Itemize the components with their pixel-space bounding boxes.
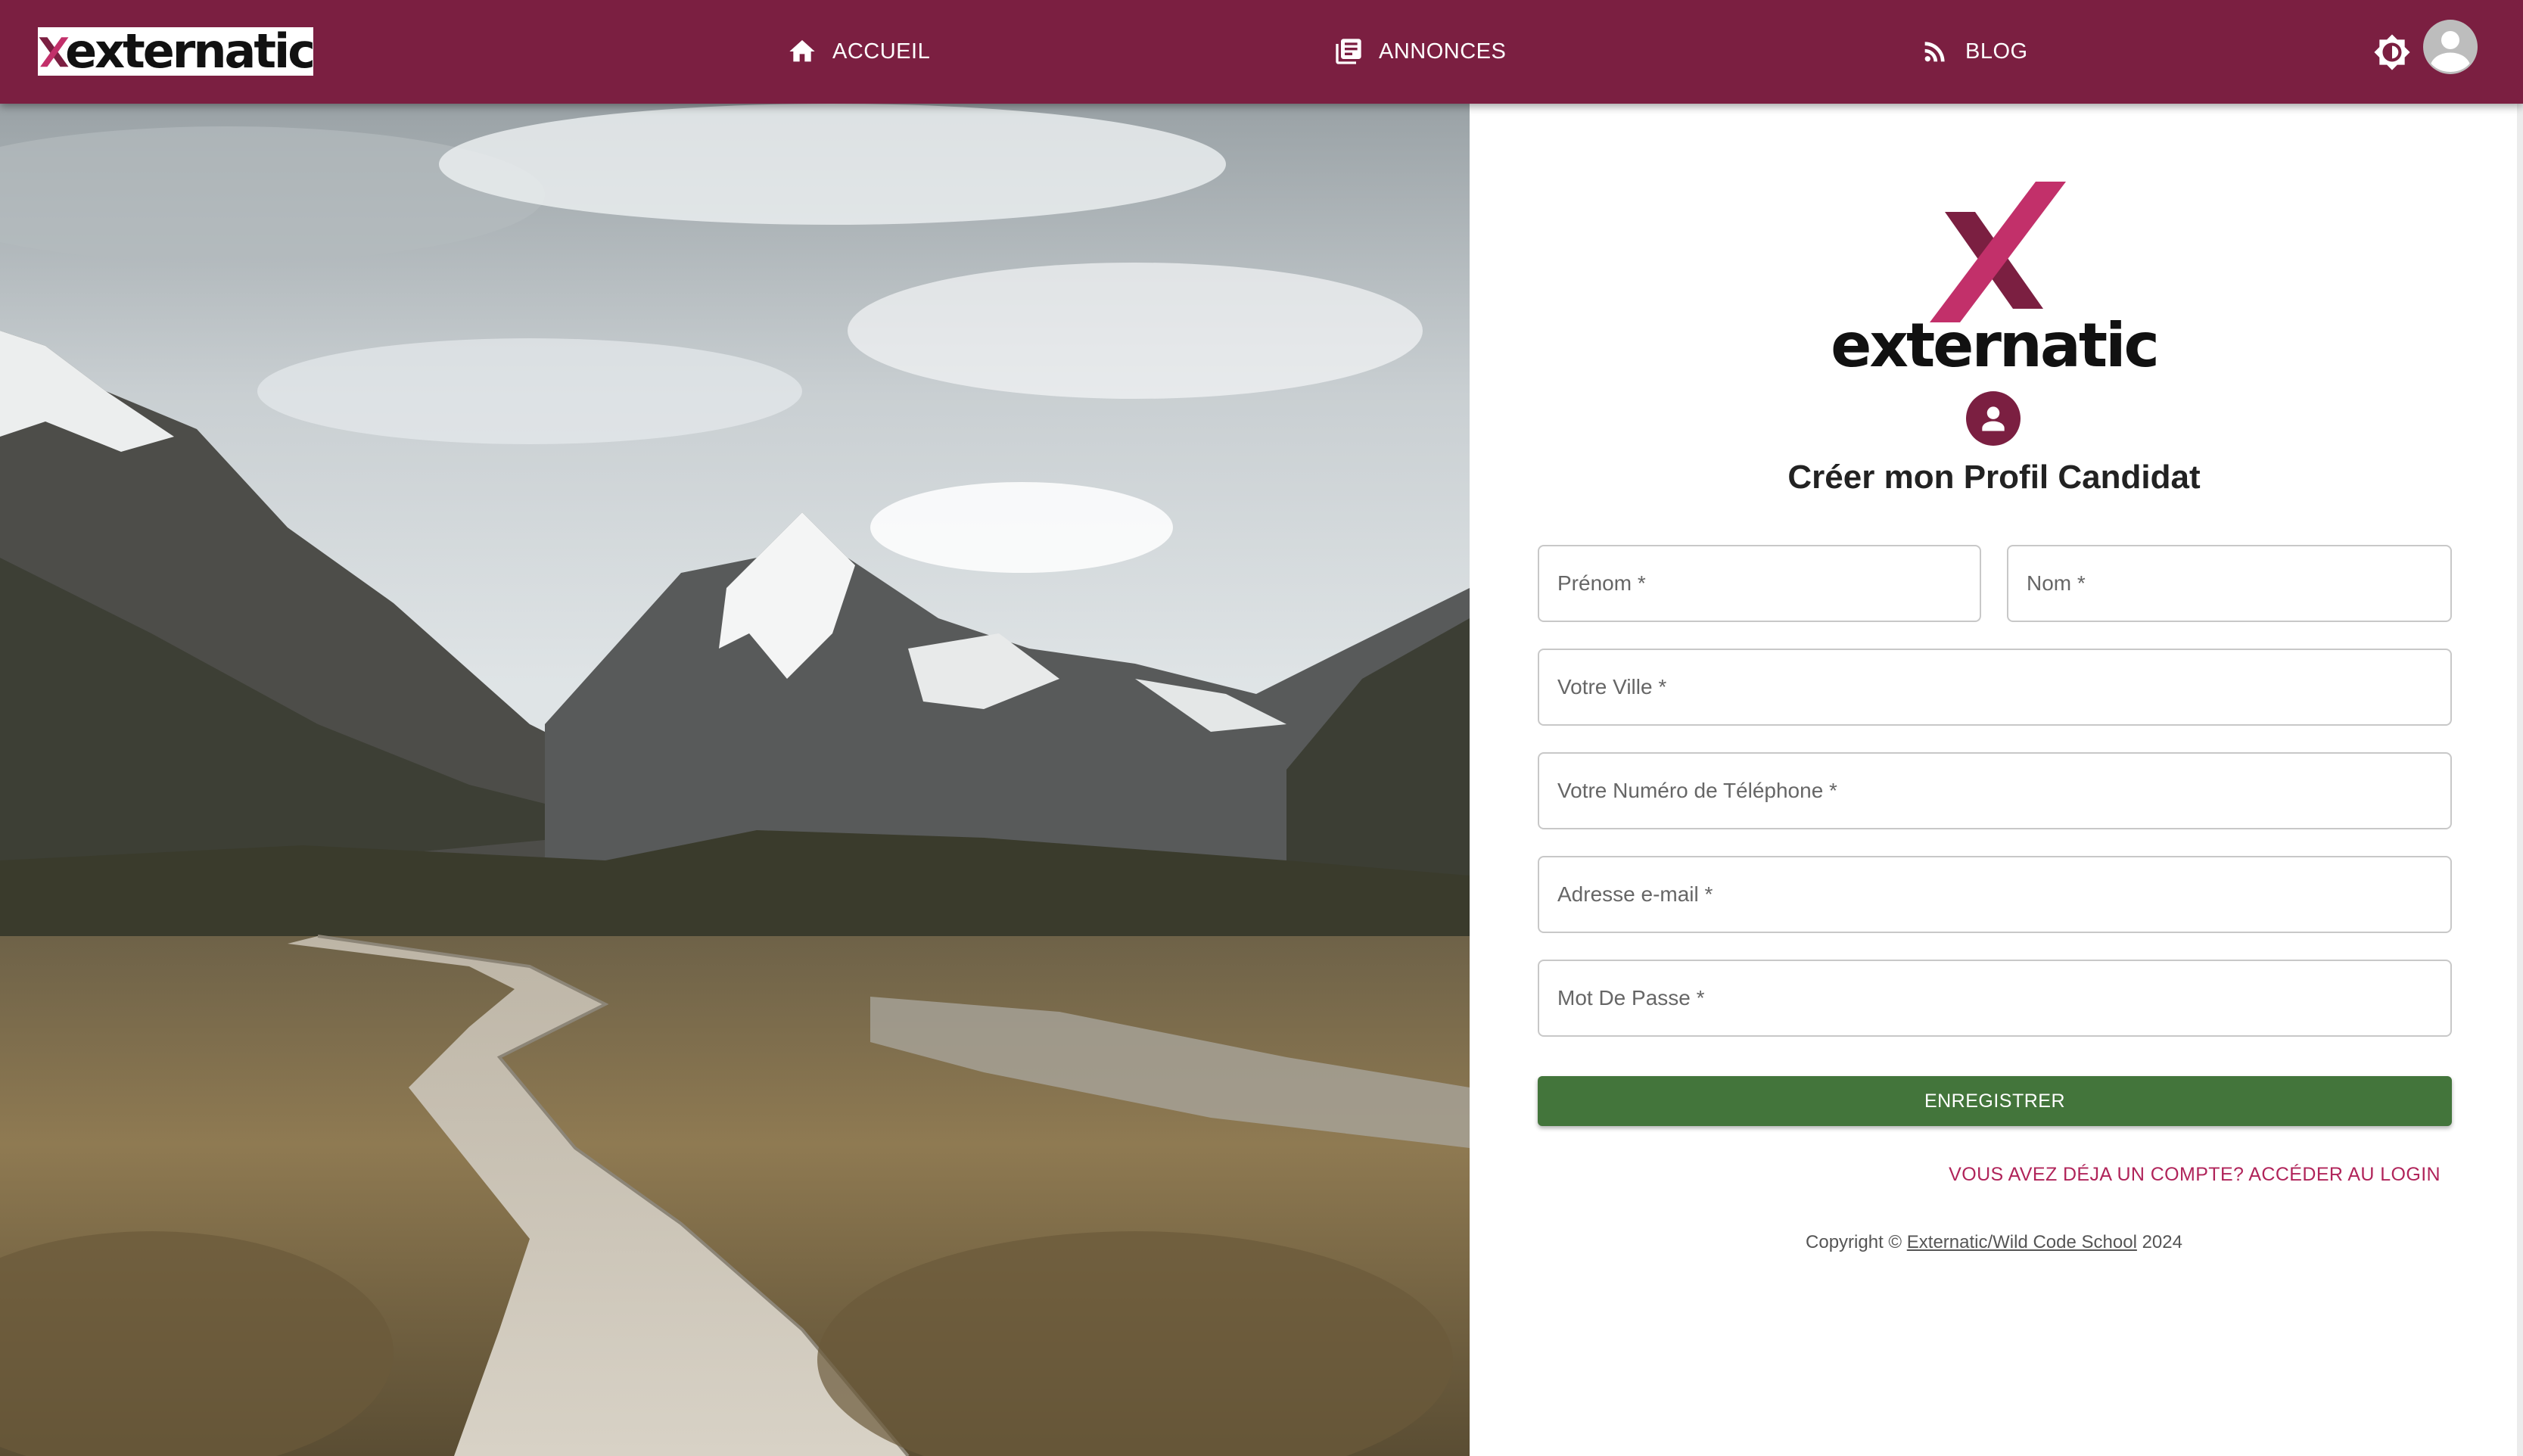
nav-annonces-label: ANNONCES — [1379, 39, 1507, 64]
first-name-field[interactable] — [1538, 545, 1981, 622]
top-app-bar: externatic ACCUEIL ANNONCES BLOG — [0, 0, 2523, 104]
brand-name: externatic — [65, 23, 316, 79]
nav-accueil-label: ACCUEIL — [832, 39, 931, 64]
nav-accueil[interactable]: ACCUEIL — [787, 29, 930, 74]
library-books-icon — [1336, 39, 1361, 64]
login-link[interactable]: VOUS AVEZ DÉJA UN COMPTE? ACCÉDER AU LOG… — [1892, 1164, 2441, 1186]
phone-input[interactable] — [1539, 754, 2450, 828]
last-name-field[interactable] — [2007, 545, 2452, 622]
city-field[interactable] — [1538, 649, 2452, 726]
register-button[interactable]: ENREGISTRER — [1538, 1076, 2452, 1126]
email-field[interactable] — [1538, 856, 2452, 933]
profile-avatar-icon — [1966, 391, 2021, 446]
copyright-footer: Copyright © Externatic/Wild Code School … — [1665, 1232, 2323, 1253]
panel-scrollbar-track — [2517, 104, 2523, 1456]
first-name-input[interactable] — [1539, 546, 1980, 621]
copyright-prefix: Copyright © — [1806, 1232, 1902, 1252]
home-icon — [789, 40, 815, 62]
externatic-x-logo-icon — [1930, 182, 2066, 322]
phone-field[interactable] — [1538, 752, 2452, 829]
form-title: Créer mon Profil Candidat — [1787, 459, 2201, 496]
city-input[interactable] — [1539, 650, 2450, 724]
theme-toggle-button[interactable] — [2373, 33, 2411, 71]
nav-annonces[interactable]: ANNONCES — [1333, 29, 1506, 74]
password-input[interactable] — [1539, 961, 2450, 1035]
mountain-landscape-image — [0, 104, 1470, 1456]
rss-feed-icon — [1924, 42, 1945, 62]
account-circle-icon — [2431, 31, 2470, 72]
nav-blog[interactable]: BLOG — [1920, 29, 2028, 74]
brand-logo[interactable]: externatic — [38, 23, 316, 79]
password-field[interactable] — [1538, 960, 2452, 1037]
externatic-logo-text: externatic — [1831, 310, 2160, 381]
brightness-icon — [2374, 34, 2410, 70]
copyright-year: 2024 — [2142, 1232, 2182, 1252]
email-input[interactable] — [1539, 857, 2450, 932]
copyright-link[interactable]: Externatic/Wild Code School — [1907, 1232, 2137, 1252]
last-name-input[interactable] — [2008, 546, 2450, 621]
nav-blog-label: BLOG — [1965, 39, 2028, 64]
avatar[interactable] — [2423, 20, 2478, 74]
person-icon — [1982, 406, 2005, 431]
